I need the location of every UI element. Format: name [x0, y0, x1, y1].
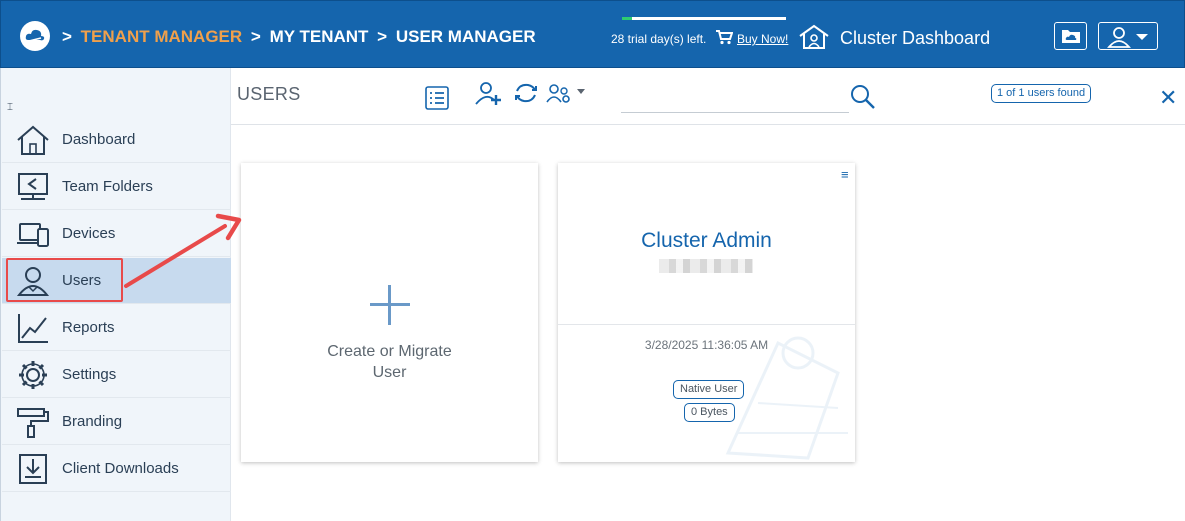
collapse-sidebar-icon[interactable]: ⌶ [7, 102, 13, 113]
breadcrumb-separator: > [377, 27, 388, 46]
cloud-folder-icon [1062, 30, 1080, 43]
storage-used-badge: 0 Bytes [684, 403, 735, 422]
chevron-down-icon [1136, 34, 1148, 40]
sidebar-item-reports[interactable]: Reports [2, 305, 231, 351]
breadcrumb-tenant-manager[interactable]: TENANT MANAGER [81, 27, 243, 46]
devices-icon [17, 223, 49, 247]
redacted-email [659, 259, 753, 273]
gear-icon [19, 361, 47, 389]
page-title: USERS [237, 84, 301, 104]
breadcrumb-separator: > [250, 27, 261, 46]
chart-icon [18, 314, 48, 343]
cloud-logo-icon[interactable] [20, 21, 50, 51]
users-found-badge: 1 of 1 users found [991, 84, 1092, 103]
sidebar-item-label: Client Downloads [62, 460, 179, 477]
user-account-icon [1107, 27, 1131, 48]
paint-roller-icon [17, 408, 49, 438]
user-card[interactable]: ≡ Cluster Admin 3/28/2025 11:36:05 AM Na… [558, 163, 855, 462]
breadcrumb-user-manager: USER MANAGER [395, 27, 536, 46]
top-header: > TENANT MANAGER > MY TENANT > USER MANA… [0, 0, 1185, 68]
add-user-icon[interactable] [474, 80, 502, 106]
sidebar-item-team-folders[interactable]: Team Folders [2, 164, 231, 210]
sidebar-item-dashboard[interactable]: Dashboard [2, 117, 231, 163]
list-view-icon[interactable] [425, 86, 449, 110]
refresh-icon[interactable] [513, 82, 539, 104]
cart-icon [715, 29, 734, 50]
search-icon[interactable] [850, 84, 876, 110]
download-icon [19, 454, 47, 484]
breadcrumb-separator: > [62, 27, 72, 46]
annotation-highlight-box [6, 258, 123, 302]
sidebar-item-label: Reports [62, 319, 115, 336]
toolbar: USERS 1 of 1 users found ✕ [231, 68, 1185, 125]
breadcrumb: > TENANT MANAGER > MY TENANT > USER MANA… [62, 27, 540, 47]
user-menu-button[interactable] [1098, 22, 1158, 50]
cloud-folder-button[interactable] [1054, 22, 1087, 50]
sidebar-item-label: Branding [62, 413, 123, 430]
user-name[interactable]: Cluster Admin [558, 229, 855, 253]
trial-progress-bar [622, 17, 786, 20]
home-icon [17, 125, 49, 155]
card-divider [558, 324, 855, 325]
user-type-badge: Native User [673, 380, 745, 399]
sidebar-item-label: Devices [62, 225, 116, 242]
house-users-icon[interactable] [797, 23, 831, 56]
create-user-label-line1: Create or Migrate [327, 343, 452, 360]
search-input[interactable] [621, 112, 849, 113]
create-user-card[interactable]: Create or Migrate User [241, 163, 538, 462]
cluster-dashboard-link[interactable]: Cluster Dashboard [840, 28, 990, 49]
create-user-label-line2: User [372, 364, 407, 381]
sidebar-item-label: Team Folders [62, 178, 153, 195]
create-user-label: Create or Migrate User [241, 341, 538, 383]
breadcrumb-my-tenant[interactable]: MY TENANT [270, 27, 369, 46]
sidebar-item-label: Dashboard [62, 131, 136, 148]
last-login-date: 3/28/2025 11:36:05 AM [644, 338, 769, 352]
close-icon[interactable]: ✕ [1159, 87, 1177, 109]
annotation-arrow [124, 213, 242, 288]
buy-now-link[interactable]: Buy Now! [737, 32, 788, 46]
chevron-down-icon[interactable] [577, 89, 585, 94]
sidebar-item-label: Settings [62, 366, 117, 383]
sidebar-item-client-downloads[interactable]: Client Downloads [2, 446, 231, 492]
sidebar-item-settings[interactable]: Settings [2, 352, 231, 398]
shared-folder-icon [18, 173, 48, 200]
main-content: Create or Migrate User ≡ Cluster Admin 3… [231, 125, 1185, 521]
card-menu-icon[interactable]: ≡ [841, 167, 849, 182]
sidebar-item-branding[interactable]: Branding [2, 399, 231, 445]
plus-icon [370, 285, 410, 325]
manage-users-icon[interactable] [546, 82, 572, 104]
trial-days-text: 28 trial day(s) left. [611, 32, 707, 46]
